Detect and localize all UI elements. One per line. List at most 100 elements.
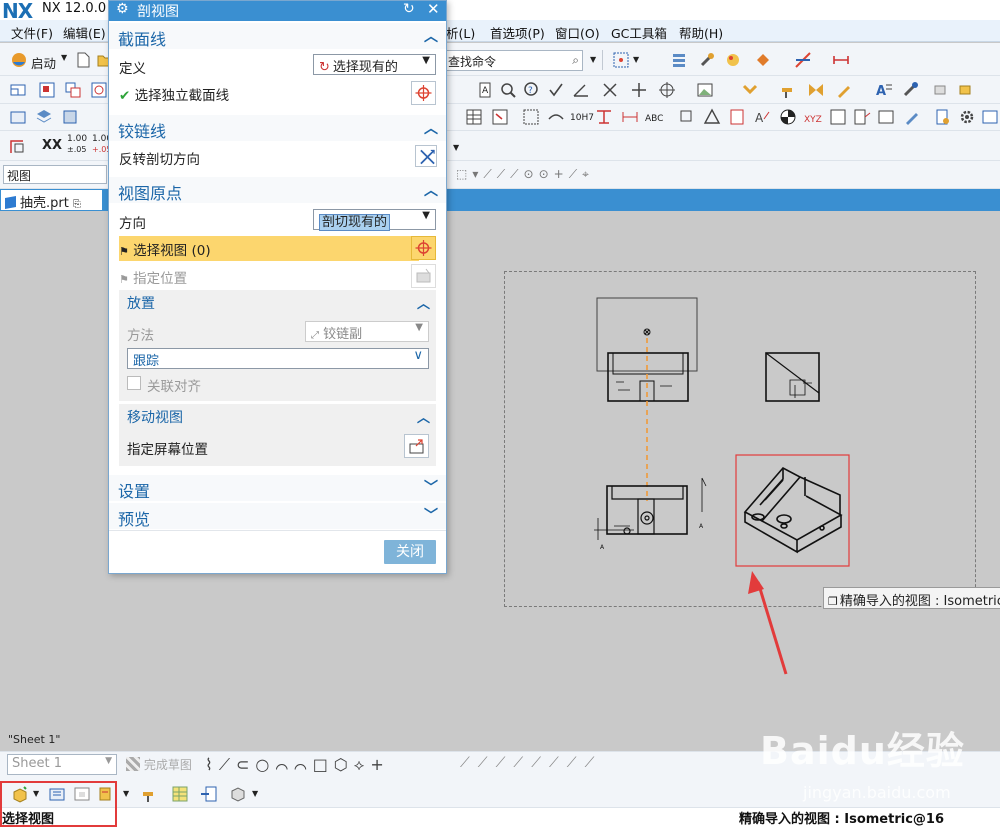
close-button[interactable]: 关闭 [384,540,436,564]
pipe-list-icon[interactable] [199,784,219,804]
move-view-header[interactable]: 移动视图 [127,407,183,427]
xx-label[interactable]: XX [42,138,62,153]
sketch-constraint-icons[interactable]: ⟋⟋⟋⟋⟋⟋⟋⟋ [460,755,602,771]
snap-point-icons[interactable]: ⬚▾⟋⟋⟋⊙⊙+⟋⌖ [456,167,594,182]
bowtie-icon[interactable] [806,80,826,100]
hammer-tool-icon[interactable] [139,784,159,804]
snap-icon[interactable] [753,50,773,70]
chevron-down-icon[interactable]: ▼ [633,55,639,64]
sheet-icon[interactable] [8,80,28,100]
specify-location-button[interactable] [411,264,436,288]
balloon-icon[interactable]: A [752,107,772,127]
tolerance-1[interactable]: 1.00 [67,134,87,144]
grid-select-icon[interactable] [611,50,631,70]
chevron-down-icon[interactable]: ▼ [590,55,596,64]
settings-doc-icon[interactable] [933,107,953,127]
paint-icon[interactable] [723,50,743,70]
layers-icon[interactable] [34,107,54,127]
menu-window[interactable]: 窗口(O) [555,23,600,42]
check-icon[interactable] [546,80,566,100]
leader-icon[interactable] [852,107,872,127]
tab-part-file[interactable]: 抽壳.prt ⎘ [0,189,103,211]
gear-icon[interactable] [957,107,977,127]
xyz-icon[interactable]: XYZ [804,115,822,125]
section-line-select-button[interactable] [411,81,436,105]
define-dropdown[interactable]: ↻ 选择现有的 ▼ [313,54,436,75]
image-doc-icon[interactable] [876,107,896,127]
view-create-icon[interactable] [37,80,57,100]
frame-icon[interactable] [8,136,28,156]
select-independent-section[interactable]: ✔ 选择独立截面线 [119,84,229,104]
dimension-line-icon[interactable] [831,50,851,70]
reset-icon[interactable]: ↻ [403,1,415,17]
start-icon[interactable] [9,50,29,70]
menu-help[interactable]: 帮助(H) [679,23,723,42]
menu-gc-toolbox[interactable]: GC工具箱 [611,23,667,42]
gold-box-icon[interactable] [955,80,975,100]
highlight-table-icon[interactable] [170,784,190,804]
trim-icon[interactable] [629,80,649,100]
placement-header[interactable]: 放置 [127,293,155,313]
fit-10h7-icon[interactable]: 10H7 [570,113,594,123]
finish-sketch-button[interactable]: 完成草图 [126,756,192,773]
blank-icon[interactable] [828,107,848,127]
pencil-icon[interactable] [834,80,854,100]
select-view-button[interactable] [411,236,436,260]
symbol-icon[interactable] [677,107,697,127]
crosshair-icon[interactable] [657,80,677,100]
settings-header[interactable]: 设置 ﹀ [109,475,446,501]
note-icon[interactable] [727,107,747,127]
abc-icon[interactable]: ABC [645,114,663,124]
layer-stack-icon[interactable] [669,50,689,70]
hatch-icon[interactable] [521,107,541,127]
axis-icon[interactable] [793,50,813,70]
detail-view-icon[interactable] [89,80,109,100]
track-dropdown[interactable]: 跟踪 ∨ [127,348,429,369]
model-icon[interactable] [60,107,80,127]
weld-icon[interactable] [546,107,566,127]
angle-icon[interactable] [571,80,591,100]
chevron-up-icon[interactable]: ︿ [417,407,430,426]
chevron-down-icon[interactable]: ▼ [453,143,459,152]
close-icon[interactable]: ✕ [427,0,440,18]
select-view-row[interactable]: ⚑ 选择视图 (0) [119,236,419,261]
wrench-icon[interactable] [697,50,717,70]
hinge-line-header[interactable]: 铰链线 ︿ [109,115,446,141]
image-icon[interactable] [695,80,715,100]
part-list-icon[interactable] [490,107,510,127]
start-label[interactable]: 启动 [31,53,56,72]
menu-preferences[interactable]: 首选项(P) [490,23,545,42]
chevron-up-icon[interactable]: ︿ [424,26,438,46]
specify-location-row[interactable]: ⚑ 指定位置 [119,267,187,287]
annotation-text-icon[interactable]: A [874,80,894,100]
preview-header[interactable]: 预览 ﹀ [109,503,446,529]
arrow-tool-icon[interactable] [740,80,760,100]
method-dropdown[interactable]: ⤢ 铰链副 ▼ [305,321,429,342]
menu-analysis[interactable]: 析(L) [446,23,475,42]
target-icon[interactable] [778,107,798,127]
query-icon[interactable]: ? [521,80,541,100]
projected-view-icon[interactable] [63,80,83,100]
drawing-icon[interactable] [8,107,28,127]
chevron-down-icon[interactable]: ﹀ [424,477,438,497]
chevron-up-icon[interactable]: ︿ [424,118,438,138]
datum-icon[interactable] [594,107,614,127]
triangle-icon[interactable] [702,107,722,127]
new-file-icon[interactable] [73,50,93,70]
edit-icon[interactable] [902,107,922,127]
chevron-down-icon[interactable]: ▼ [252,789,258,798]
text-icon[interactable]: A [475,80,495,100]
chevron-down-icon[interactable]: ▼ [61,53,67,62]
section-line-header[interactable]: 截面线 ︿ [109,23,446,49]
dim-icon[interactable] [620,107,640,127]
cross-icon[interactable] [600,80,620,100]
chevron-up-icon[interactable]: ︿ [417,293,430,312]
book-icon[interactable] [980,107,1000,127]
table-icon[interactable] [464,107,484,127]
direction-dropdown[interactable]: 剖切现有的 ▼ [313,209,436,231]
reverse-direction-button[interactable] [415,145,437,167]
menu-edit[interactable]: 编辑(E) [63,23,106,42]
cube-tool-icon[interactable] [228,784,248,804]
associative-align-checkbox[interactable] [127,376,141,390]
chevron-down-icon[interactable]: ﹀ [424,505,438,525]
